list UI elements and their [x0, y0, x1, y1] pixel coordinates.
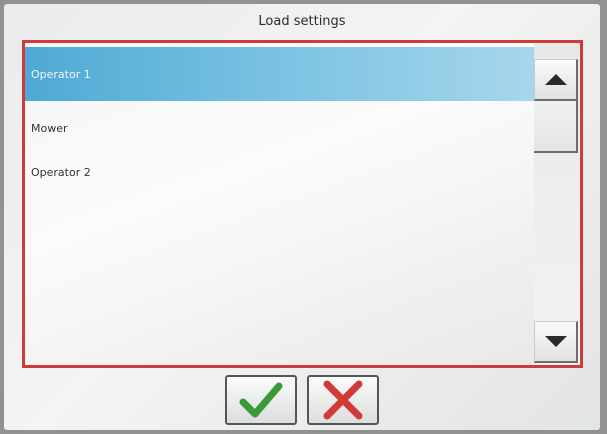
list-item-operator-1[interactable]: Operator 1	[25, 47, 544, 101]
scrollbar-thumb[interactable]	[534, 101, 578, 153]
screen: Load settings Operator 1 Mower Operator …	[4, 4, 600, 430]
checkmark-icon	[239, 382, 283, 418]
cancel-button[interactable]	[307, 375, 379, 425]
cross-icon	[323, 380, 363, 420]
triangle-up-icon	[544, 74, 567, 85]
scroll-up-button[interactable]	[534, 59, 578, 101]
scroll-down-button[interactable]	[534, 321, 578, 363]
dialog-title: Load settings	[258, 14, 346, 29]
scrollbar[interactable]	[534, 43, 580, 365]
confirm-button[interactable]	[225, 375, 297, 425]
triangle-down-icon	[544, 336, 567, 347]
list-item-operator-2[interactable]: Operator 2	[25, 147, 544, 197]
settings-list: Operator 1 Mower Operator 2	[22, 40, 583, 368]
